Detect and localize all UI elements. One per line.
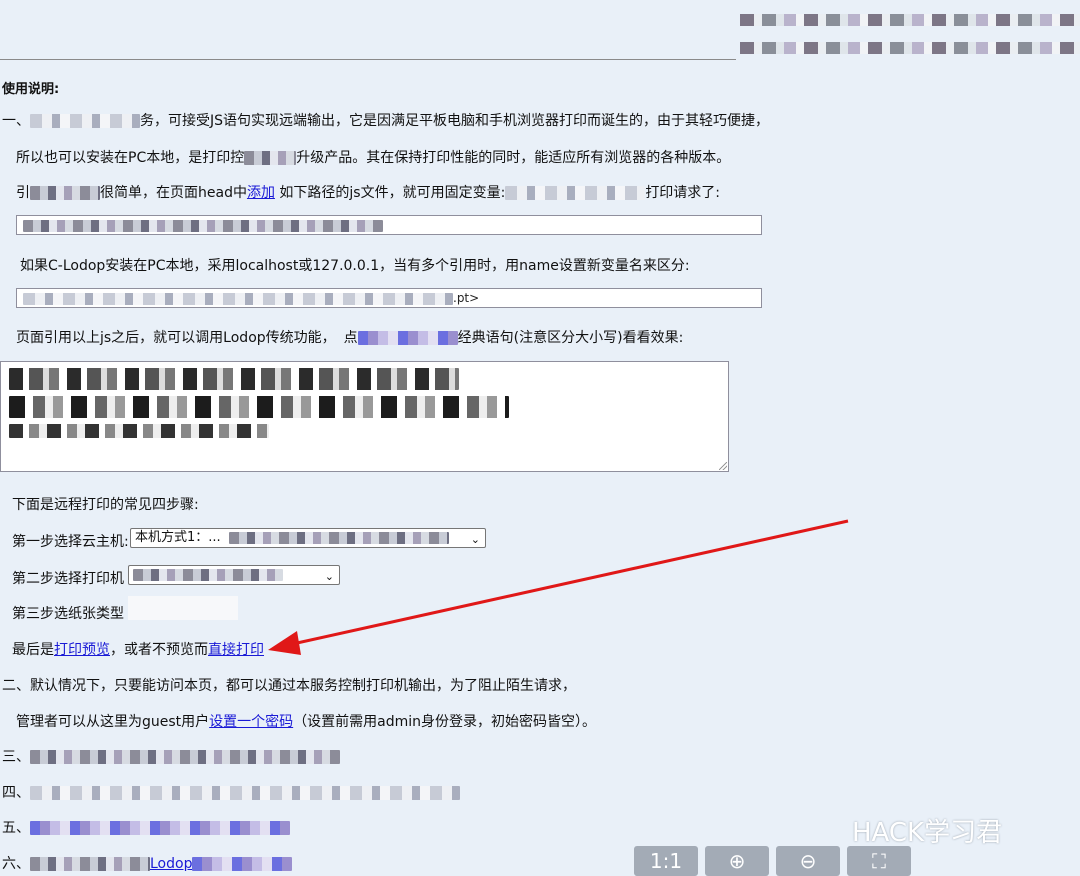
watermark: HACK学习君 xyxy=(852,818,1003,848)
zoom-out-icon[interactable]: ⊖ xyxy=(776,846,840,876)
actual-size-button[interactable]: 1:1 xyxy=(634,846,698,876)
zoom-in-icon[interactable]: ⊕ xyxy=(705,846,769,876)
fit-screen-icon[interactable]: ⛶ xyxy=(847,846,911,876)
annotation-arrow-icon xyxy=(268,519,849,655)
